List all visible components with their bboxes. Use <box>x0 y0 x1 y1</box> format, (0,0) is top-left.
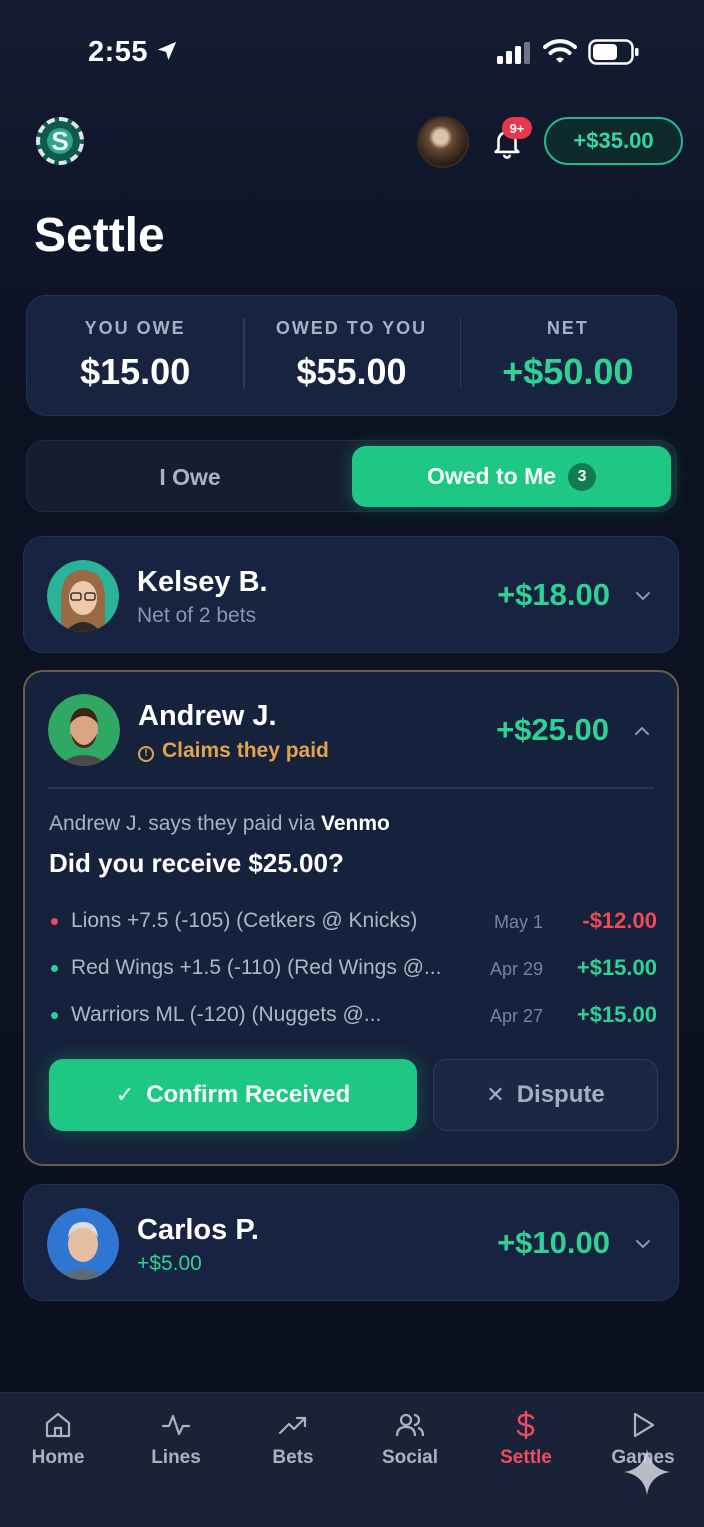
status-time: 2:55 <box>88 36 149 68</box>
tab-label: Home <box>31 1447 85 1468</box>
person-subtitle: Net of 2 bets <box>137 604 257 627</box>
loss-dot <box>51 918 58 925</box>
bet-description: Lions +7.5 (-105) (Cetkers @ Knicks) <box>71 909 418 932</box>
you-owe-summary: YOU OWE $15.00 <box>27 318 243 393</box>
tab-bets[interactable]: Bets <box>243 1409 343 1469</box>
person-name: Kelsey B. <box>137 566 268 598</box>
avatar-andrew <box>48 694 120 766</box>
person-subtitle: +$5.00 <box>137 1252 202 1275</box>
paid-via-text: Andrew J. says they paid via Venmo <box>49 812 390 836</box>
users-icon <box>395 1413 425 1437</box>
bet-row: Warriors ML (-120) (Nuggets @... Apr 27 … <box>49 1000 657 1032</box>
person-card-andrew[interactable]: Andrew J. ! Claims they paid +$25.00 Andr… <box>23 670 679 1166</box>
play-icon <box>633 1412 655 1438</box>
sparkle-icon <box>624 1449 670 1495</box>
bet-date: Apr 27 <box>489 1006 543 1026</box>
chevron-down-icon[interactable] <box>634 587 652 605</box>
net-summary: NET +$50.00 <box>459 318 676 393</box>
home-icon <box>45 1412 71 1438</box>
page-title: Settle <box>34 209 165 262</box>
avatar-kelsey <box>47 560 119 632</box>
location-arrow-icon <box>157 41 177 61</box>
net-label: NET <box>546 318 589 338</box>
settle-segmented-control: I Owe Owed to Me 3 <box>26 440 677 512</box>
claim-status-label: Claims they paid <box>162 739 329 762</box>
win-dot <box>51 965 58 972</box>
tab-lines[interactable]: Lines <box>126 1409 226 1469</box>
dispute-button[interactable]: ✕ Dispute <box>433 1059 658 1131</box>
person-card-kelsey[interactable]: Kelsey B. Net of 2 bets +$18.00 <box>23 536 679 653</box>
balance-pill[interactable]: +$35.00 <box>544 117 683 165</box>
bet-date: Apr 29 <box>489 959 543 979</box>
owed-to-you-label: OWED TO YOU <box>275 318 428 338</box>
bet-description: Warriors ML (-120) (Nuggets @... <box>71 1003 382 1026</box>
tab-owed-to-me-label: Owed to Me <box>426 463 557 489</box>
confirm-received-button[interactable]: ✓ Confirm Received <box>49 1059 417 1131</box>
check-icon: ✓ <box>115 1082 135 1107</box>
paid-via-prefix: Andrew J. says they paid via <box>49 812 316 835</box>
confirm-label: Confirm Received <box>146 1081 351 1108</box>
net-value: +$50.00 <box>502 351 634 392</box>
you-owe-value: $15.00 <box>80 351 191 392</box>
receipt-question: Did you receive $25.00? <box>49 848 344 878</box>
person-amount: +$10.00 <box>497 1225 610 1260</box>
you-owe-label: YOU OWE <box>84 318 186 338</box>
person-amount: +$18.00 <box>497 577 610 612</box>
tab-label: Lines <box>151 1447 201 1468</box>
bet-row: Lions +7.5 (-105) (Cetkers @ Knicks) May… <box>49 906 657 938</box>
bet-description: Red Wings +1.5 (-110) (Red Wings @... <box>71 956 442 979</box>
chevron-down-icon[interactable] <box>634 1235 652 1253</box>
settle-screen: 2:55 S 9+ +$35.00 Settle YOU OWE $15.00 … <box>0 0 704 1527</box>
battery-icon <box>588 39 639 65</box>
win-dot <box>51 1012 58 1019</box>
bet-amount: +$15.00 <box>576 955 657 980</box>
tab-social[interactable]: Social <box>360 1409 460 1469</box>
cellular-signal-icon <box>497 42 530 64</box>
owed-count-badge: 3 <box>568 462 597 491</box>
bottom-tab-bar: Home Lines Bets Social Settle Games <box>0 1392 704 1527</box>
bet-amount: -$12.00 <box>582 908 657 933</box>
trending-up-icon <box>278 1416 307 1435</box>
app-logo[interactable]: S <box>36 117 84 165</box>
person-name: Carlos P. <box>137 1214 259 1246</box>
owed-to-you-summary: OWED TO YOU $55.00 <box>243 318 459 393</box>
avatar-carlos <box>47 1208 119 1280</box>
payment-method: Venmo <box>320 812 390 835</box>
person-card-carlos[interactable]: Carlos P. +$5.00 +$10.00 <box>23 1184 679 1301</box>
alert-circle-icon: ! <box>138 746 154 762</box>
dollar-icon <box>516 1410 535 1440</box>
bet-row: Red Wings +1.5 (-110) (Red Wings @... Ap… <box>49 953 657 985</box>
tab-label: Bets <box>272 1447 314 1468</box>
bet-amount: +$15.00 <box>576 1002 657 1027</box>
profile-avatar[interactable] <box>417 116 469 168</box>
notification-badge: 9+ <box>502 117 532 139</box>
chevron-up-icon[interactable] <box>633 722 651 740</box>
owed-to-you-value: $55.00 <box>296 351 407 392</box>
payment-claim-status: ! Claims they paid <box>138 739 329 763</box>
tab-home[interactable]: Home <box>8 1409 108 1469</box>
activity-icon <box>161 1414 191 1436</box>
tab-i-owe[interactable]: I Owe <box>27 441 353 513</box>
card-divider <box>48 787 654 789</box>
dispute-label: Dispute <box>516 1081 605 1108</box>
person-name: Andrew J. <box>138 700 277 732</box>
wifi-icon <box>543 39 577 63</box>
person-amount: +$25.00 <box>496 712 609 747</box>
tab-settle[interactable]: Settle <box>476 1409 576 1469</box>
bet-date: May 1 <box>493 912 543 932</box>
summary-card: YOU OWE $15.00 OWED TO YOU $55.00 NET +$… <box>26 295 677 416</box>
close-icon: ✕ <box>486 1082 505 1107</box>
tab-label: Social <box>382 1447 438 1468</box>
tab-owed-to-me[interactable]: Owed to Me 3 <box>352 446 671 507</box>
tab-label: Settle <box>500 1447 552 1468</box>
